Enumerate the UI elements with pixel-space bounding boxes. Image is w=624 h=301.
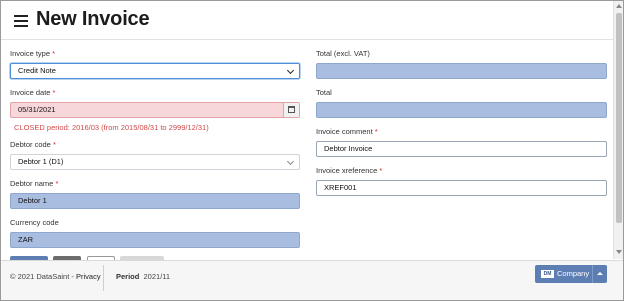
debtor-name-value: Debtor 1 — [18, 196, 47, 205]
app-window: New Invoice Invoice type * Credit Note I… — [0, 0, 624, 301]
privacy-link[interactable]: Privacy — [76, 272, 101, 281]
period-value: 2021/11 — [143, 272, 171, 281]
currency-code-label: Currency code — [10, 218, 59, 227]
period-label: Period — [116, 272, 140, 281]
company-button[interactable]: DM Company — [535, 265, 607, 283]
invoice-type-select[interactable]: Credit Note — [10, 63, 300, 79]
debtor-code-select[interactable]: Debtor 1 (D1) — [10, 154, 300, 170]
invoice-date-error: CLOSED period: 2016/03 (from 2015/08/31 … — [14, 123, 209, 132]
debtor-name-field: Debtor 1 — [10, 193, 300, 209]
total-field — [316, 102, 607, 118]
chevron-down-icon — [286, 66, 295, 75]
hamburger-menu-icon[interactable] — [14, 15, 28, 28]
debtor-name-label: Debtor name * — [10, 179, 59, 188]
total-excl-vat-field — [316, 63, 607, 79]
company-button-label: Company — [557, 269, 590, 278]
invoice-type-value: Credit Note — [18, 66, 56, 75]
footer-divider — [103, 265, 104, 291]
page-title: New Invoice — [36, 8, 150, 30]
footer-period: Period 2021/11 — [116, 272, 170, 281]
footer: © 2021 DataSaint - Privacy Period 2021/1… — [1, 260, 623, 300]
total-label: Total — [316, 88, 332, 97]
scrollbar-thumb[interactable] — [616, 13, 622, 223]
invoice-xreference-label: Invoice xreference * — [316, 166, 383, 175]
invoice-xreference-input[interactable]: XREF001 — [316, 180, 607, 196]
invoice-type-label: Invoice type * — [10, 49, 56, 58]
debtor-code-value: Debtor 1 (D1) — [18, 157, 64, 166]
total-excl-vat-label: Total (excl. VAT) — [316, 49, 370, 58]
invoice-date-label: Invoice date * — [10, 88, 56, 97]
invoice-date-input[interactable]: 05/31/2021 — [10, 102, 300, 118]
invoice-date-value: 05/31/2021 — [18, 105, 56, 114]
copyright-text: © 2021 DataSaint - — [10, 272, 76, 281]
footer-copyright: © 2021 DataSaint - Privacy — [10, 272, 101, 281]
invoice-xreference-value: XREF001 — [324, 183, 357, 192]
invoice-comment-input[interactable]: Debtor Invoice — [316, 141, 607, 157]
scroll-down-arrow-icon[interactable] — [616, 250, 622, 254]
calendar-icon[interactable] — [283, 103, 299, 117]
debtor-code-label: Debtor code * — [10, 140, 56, 149]
chevron-down-icon — [286, 157, 295, 166]
company-logo-icon: DM — [541, 270, 554, 278]
invoice-comment-value: Debtor Invoice — [324, 144, 373, 153]
currency-code-field: ZAR — [10, 232, 300, 248]
company-button-divider — [592, 265, 593, 283]
vertical-scrollbar[interactable] — [613, 1, 623, 259]
caret-up-icon[interactable] — [597, 272, 603, 275]
scroll-up-arrow-icon[interactable] — [616, 4, 622, 8]
currency-code-value: ZAR — [18, 235, 33, 244]
invoice-comment-label: Invoice comment * — [316, 127, 378, 136]
page-header: New Invoice — [1, 1, 613, 40]
